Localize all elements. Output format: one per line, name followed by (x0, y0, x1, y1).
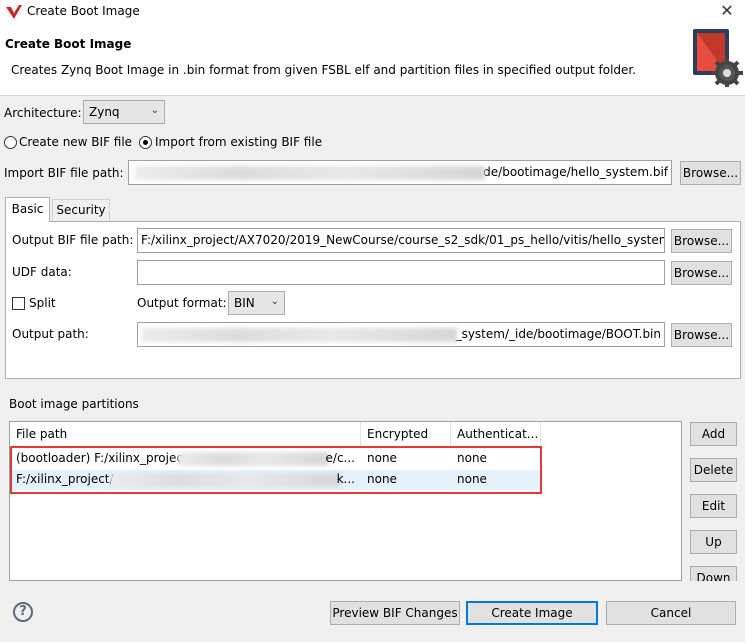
page-description: Creates Zynq Boot Image in .bin format f… (11, 63, 637, 77)
architecture-select[interactable]: Zynq ⌄ (83, 100, 165, 124)
udf-data-field[interactable] (137, 260, 665, 285)
output-path-field[interactable]: _system/_ide/bootimage/BOOT.bin (137, 322, 665, 347)
output-bif-browse-button[interactable]: Browse... (671, 229, 732, 253)
cancel-button[interactable]: Cancel (606, 601, 736, 625)
import-existing-bif-radio[interactable] (139, 136, 152, 149)
import-bif-path-field[interactable]: de/bootimage/hello_system.bif (128, 160, 672, 185)
edit-partition-button[interactable]: Edit (690, 494, 737, 518)
column-header-file-path[interactable]: File path (10, 422, 361, 448)
architecture-label: Architecture: (4, 106, 82, 120)
up-partition-button[interactable]: Up (690, 530, 737, 554)
output-bif-path-field[interactable]: F:/xilinx_project/AX7020/2019_NewCourse/… (137, 228, 665, 253)
import-existing-bif-label[interactable]: Import from existing BIF file (155, 135, 322, 149)
import-bif-browse-button[interactable]: Browse... (680, 161, 741, 185)
split-label[interactable]: Split (29, 296, 56, 310)
boot-partitions-label: Boot image partitions (9, 397, 139, 411)
redacted-region (142, 328, 457, 342)
output-path-label: Output path: (12, 327, 89, 341)
import-bif-path-label: Import BIF file path: (4, 166, 124, 180)
delete-partition-button[interactable]: Delete (690, 458, 737, 482)
tab-basic[interactable]: Basic (5, 197, 50, 222)
chevron-down-icon: ⌄ (270, 296, 279, 307)
output-format-value: BIN (234, 296, 255, 310)
redacted-region (135, 166, 485, 180)
output-path-browse-button[interactable]: Browse... (671, 323, 732, 347)
page-title: Create Boot Image (5, 37, 132, 51)
close-icon[interactable]: ✕ (717, 1, 737, 20)
output-bif-path-value: F:/xilinx_project/AX7020/2019_NewCourse/… (141, 233, 665, 247)
dialog-header (0, 24, 745, 96)
preview-bif-changes-button[interactable]: Preview BIF Changes (330, 601, 460, 625)
architecture-value: Zynq (89, 105, 120, 119)
help-icon[interactable]: ? (13, 602, 33, 622)
column-header-authenticated[interactable]: Authenticat... (451, 422, 541, 448)
import-bif-path-value: de/bootimage/hello_system.bif (483, 165, 668, 179)
add-partition-button[interactable]: Add (690, 422, 737, 446)
boot-image-gear-icon (693, 29, 743, 87)
create-new-bif-radio[interactable] (4, 136, 17, 149)
xilinx-logo-icon (6, 5, 22, 19)
window-title: Create Boot Image (27, 4, 140, 18)
output-path-value: _system/_ide/bootimage/BOOT.bin (455, 327, 661, 341)
chevron-down-icon: ⌄ (150, 105, 159, 116)
column-header-encrypted[interactable]: Encrypted (361, 422, 451, 448)
down-button-clip: Down (690, 566, 737, 581)
split-checkbox[interactable] (12, 297, 25, 310)
udf-data-label: UDF data: (12, 265, 72, 279)
output-format-label: Output format: (137, 296, 227, 310)
footer-divider (0, 591, 745, 592)
partitions-table[interactable]: File path Encrypted Authenticat... (boot… (9, 421, 682, 581)
output-bif-path-label: Output BIF file path: (12, 233, 134, 247)
down-partition-button[interactable]: Down (690, 566, 737, 581)
tab-security[interactable]: Security (52, 199, 110, 221)
output-format-select[interactable]: BIN ⌄ (228, 291, 285, 315)
create-new-bif-label[interactable]: Create new BIF file (19, 135, 132, 149)
highlight-annotation (10, 446, 542, 494)
create-image-button[interactable]: Create Image (466, 601, 598, 625)
udf-browse-button[interactable]: Browse... (671, 261, 732, 285)
